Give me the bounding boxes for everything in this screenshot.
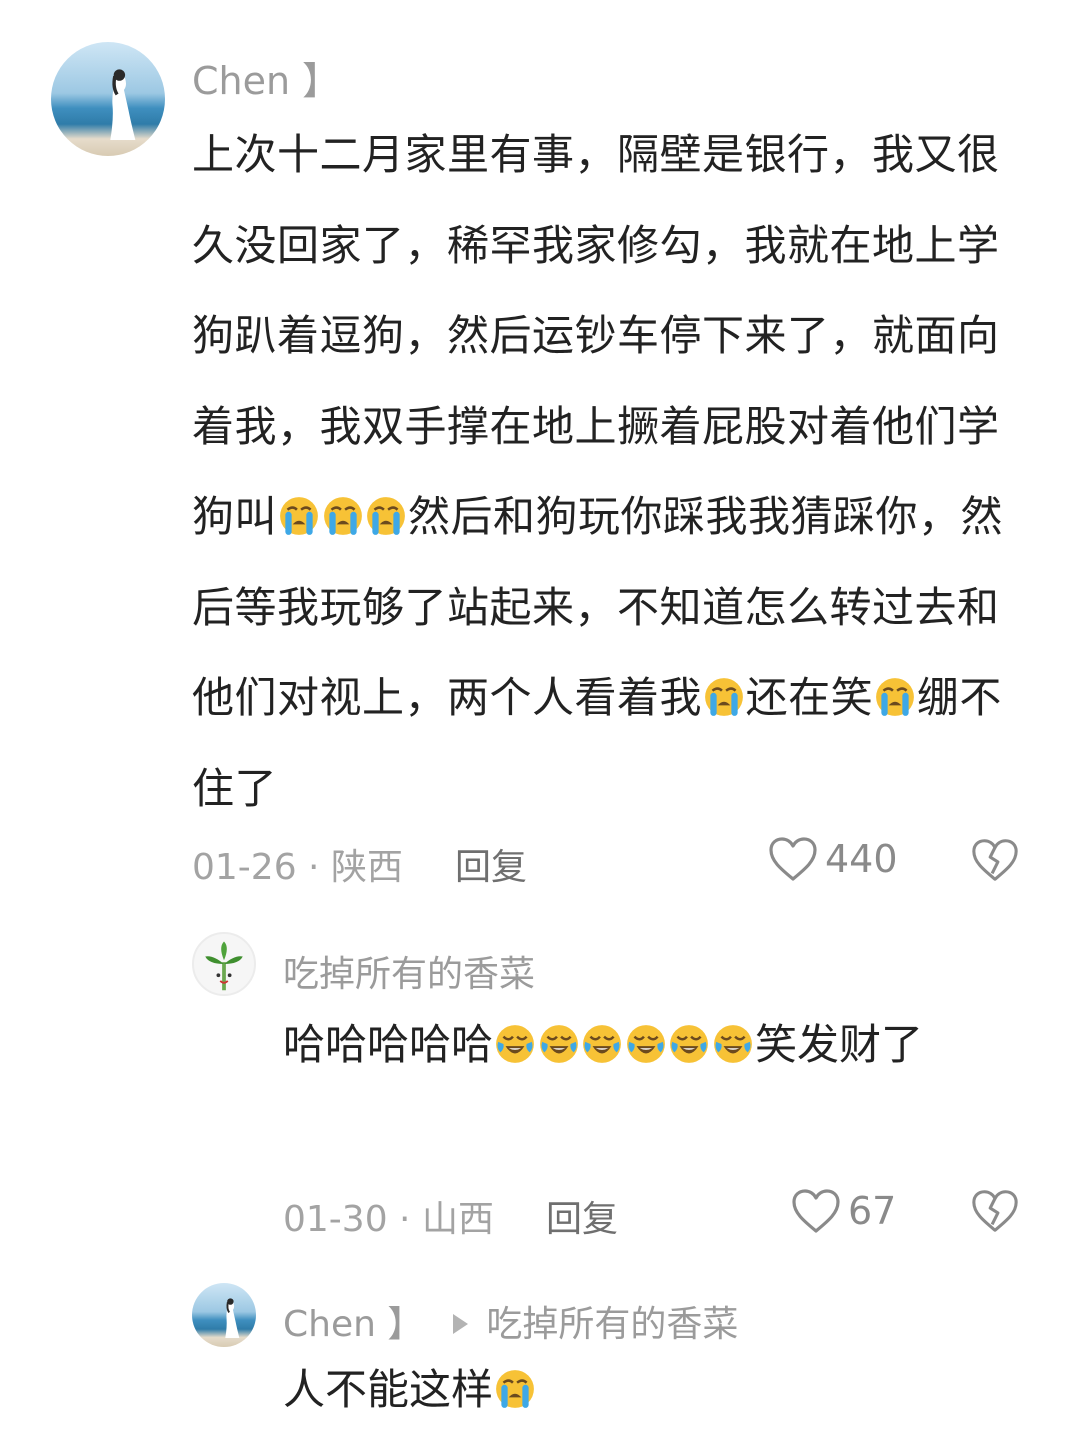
- avatar[interactable]: [192, 1283, 256, 1347]
- loudly-crying-emoji-icon: [494, 1368, 536, 1410]
- username[interactable]: 吃掉所有的香菜: [283, 945, 535, 997]
- loudly-crying-emoji-icon: [322, 495, 364, 537]
- dislike-button[interactable]: [970, 836, 1020, 888]
- loudly-crying-emoji-icon: [874, 676, 916, 718]
- comment-text-part: 上次十二月家里有事，隔壁是银行，我又很久没回家了，稀罕我家修勾，我就在地上学狗趴…: [192, 130, 1000, 541]
- laughing-crying-emoji-icon: [538, 1023, 580, 1065]
- like-button[interactable]: 67: [790, 1187, 896, 1235]
- laughing-crying-emoji-icon: [668, 1023, 710, 1065]
- laughing-crying-emoji-icon: [625, 1023, 667, 1065]
- laughing-crying-emoji-icon: [581, 1023, 623, 1065]
- reply-header: Chen 】 吃掉所有的香菜: [283, 1295, 738, 1347]
- comment-text-part: 哈哈哈哈哈: [283, 1020, 494, 1069]
- like-count: 67: [848, 1189, 897, 1233]
- reply-button[interactable]: 回复: [455, 838, 527, 890]
- avatar[interactable]: [192, 932, 256, 996]
- dislike-button[interactable]: [970, 1187, 1020, 1239]
- comment-text-part: 还在笑: [745, 673, 874, 722]
- like-count: 440: [825, 837, 898, 881]
- username[interactable]: Chen 】: [192, 50, 340, 105]
- broken-heart-icon: [972, 1190, 1018, 1232]
- broken-heart-icon: [972, 839, 1018, 881]
- comment-text: 哈哈哈哈哈 笑发财了: [283, 1000, 1028, 1090]
- like-button[interactable]: 440: [767, 835, 898, 883]
- comment-text: 人不能这样: [283, 1350, 1028, 1430]
- laughing-crying-emoji-icon: [712, 1023, 754, 1065]
- comment-date-location: 01-30 · 山西: [283, 1199, 494, 1240]
- heart-icon: [792, 1189, 840, 1233]
- loudly-crying-emoji-icon: [278, 495, 320, 537]
- comment-date-location: 01-26 · 陕西: [192, 847, 403, 888]
- reply-arrow-icon: [453, 1314, 469, 1334]
- reply-button[interactable]: 回复: [546, 1190, 618, 1242]
- comment-text-part: 人不能这样: [283, 1365, 494, 1414]
- username[interactable]: Chen 】: [283, 1304, 423, 1345]
- reply-to-username[interactable]: 吃掉所有的香菜: [486, 1304, 738, 1345]
- heart-icon: [769, 837, 817, 881]
- loudly-crying-emoji-icon: [365, 495, 407, 537]
- avatar-cilantro-image: [205, 941, 243, 991]
- laughing-crying-emoji-icon: [494, 1023, 536, 1065]
- comment-text: 上次十二月家里有事，隔壁是银行，我又很久没回家了，稀罕我家修勾，我就在地上学狗趴…: [192, 110, 1022, 834]
- avatar[interactable]: [51, 42, 165, 156]
- avatar-beach-image: [225, 1298, 240, 1339]
- avatar-beach-image: [110, 69, 136, 141]
- loudly-crying-emoji-icon: [703, 676, 745, 718]
- comment-text-part: 笑发财了: [754, 1020, 923, 1069]
